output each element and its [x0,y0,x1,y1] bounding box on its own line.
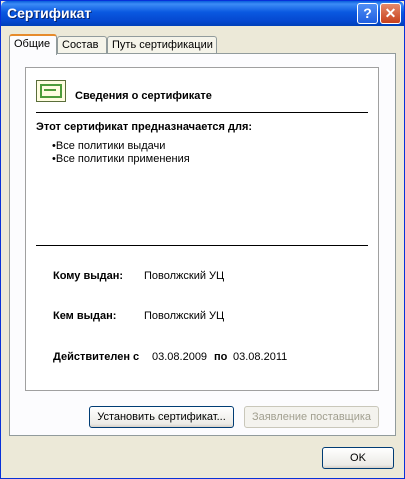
tab-general[interactable]: Общие [9,34,57,55]
purpose-item: •Все политики выдачи [52,140,166,152]
ok-button[interactable]: OK [322,447,394,469]
purpose-item: •Все политики применения [52,153,190,165]
issued-to-label: Кому выдан: [53,270,124,282]
issued-to-value: Поволжский УЦ [144,270,225,282]
valid-to-label: по [214,351,228,363]
certificate-icon [36,80,66,102]
details-divider [36,245,368,246]
valid-from-label: Действителен с [53,351,140,363]
tab-details[interactable]: Состав [57,36,107,53]
install-certificate-button[interactable]: Установить сертификат... [89,406,234,428]
valid-to-value: 03.08.2011 [233,351,288,363]
certificate-info-box: Сведения о сертификате Этот сертификат п… [25,67,379,391]
help-button[interactable]: ? [357,3,378,24]
issued-by-value: Поволжский УЦ [144,310,225,322]
info-header-title: Сведения о сертификате [75,90,212,102]
certificate-dialog: Сертификат ? ✕ Общие Состав Путь сертифи… [0,0,405,479]
tab-certification-path[interactable]: Путь сертификации [107,36,217,53]
title-bar[interactable]: Сертификат ? ✕ [1,1,404,26]
close-button[interactable]: ✕ [380,3,401,24]
purpose-heading: Этот сертификат предназначается для: [36,121,253,133]
tab-panel-general: Сведения о сертификате Этот сертификат п… [9,53,396,436]
issuer-statement-button[interactable]: Заявление поставщика [244,406,379,428]
valid-from-value: 03.08.2009 [152,351,208,363]
window-title: Сертификат [7,5,92,21]
issued-by-label: Кем выдан: [53,310,117,322]
header-divider [36,112,368,113]
